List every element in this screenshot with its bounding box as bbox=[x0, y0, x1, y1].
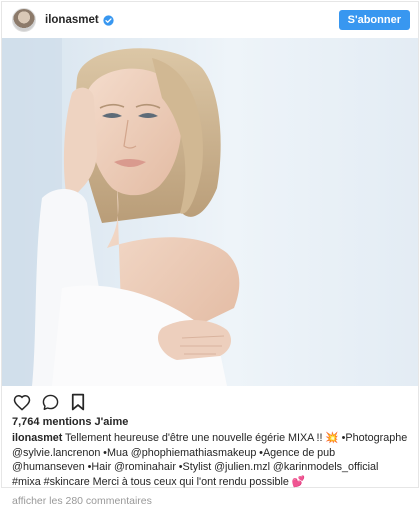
post-caption: ilonasmet Tellement heureuse d'être une … bbox=[2, 428, 418, 489]
likes-count[interactable]: 7,764 mentions J'aime bbox=[2, 416, 418, 428]
post-image[interactable] bbox=[2, 38, 418, 386]
caption-username[interactable]: ilonasmet bbox=[12, 432, 62, 444]
bookmark-icon[interactable] bbox=[68, 392, 88, 412]
verified-badge-icon bbox=[103, 14, 114, 26]
caption-text: Tellement heureuse d'être une nouvelle é… bbox=[12, 432, 408, 488]
instagram-post-card: ilonasmet S'abonner 7,764 mentions J'aim… bbox=[1, 1, 419, 507]
username[interactable]: ilonasmet bbox=[45, 14, 99, 26]
view-comments-link[interactable]: afficher les 280 commentaires bbox=[2, 489, 418, 507]
follow-button[interactable]: S'abonner bbox=[338, 10, 410, 30]
post-header: ilonasmet S'abonner bbox=[2, 2, 418, 38]
post-actions bbox=[2, 386, 418, 418]
heart-icon[interactable] bbox=[12, 392, 32, 412]
comment-icon[interactable] bbox=[40, 392, 60, 412]
avatar[interactable] bbox=[12, 8, 36, 32]
portrait-photo bbox=[2, 38, 418, 386]
